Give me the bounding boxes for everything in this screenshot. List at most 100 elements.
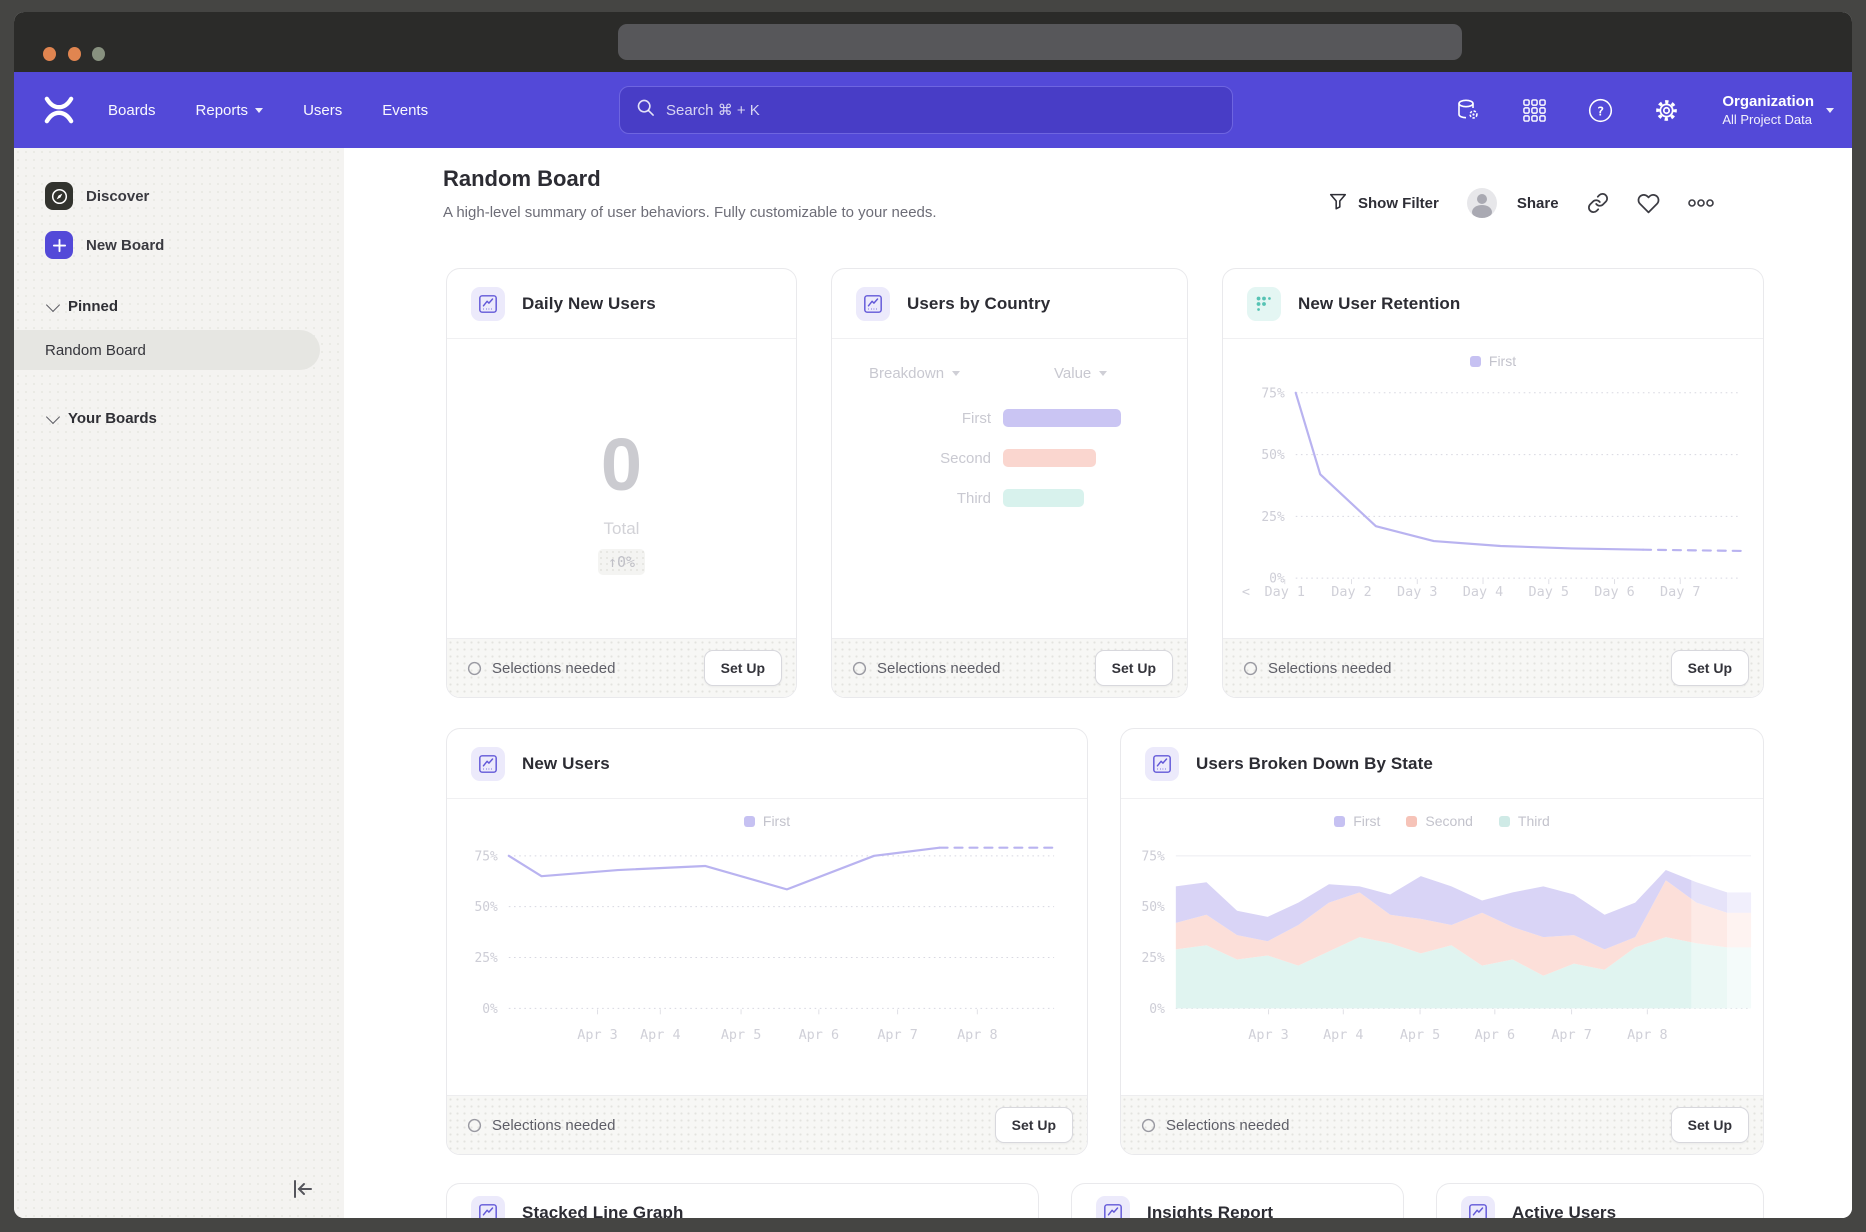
value-dropdown[interactable]: Value bbox=[1054, 365, 1107, 382]
settings-gear-icon[interactable] bbox=[1652, 96, 1680, 124]
card-users-by-state: Users Broken Down By State FirstSecondTh… bbox=[1120, 728, 1764, 1155]
help-icon[interactable]: ? bbox=[1586, 96, 1614, 124]
sidebar-item-discover[interactable]: Discover bbox=[45, 182, 149, 210]
retention-line-chart: 75%50%25%0%<Day 1Day 2Day 3Day 4Day 5Day… bbox=[1223, 339, 1763, 640]
card-footer: Selections needed Set Up bbox=[1121, 1095, 1763, 1154]
card-stacked-line-graph: Stacked Line Graph bbox=[446, 1183, 1039, 1218]
svg-text:25%: 25% bbox=[474, 951, 498, 966]
selections-needed-status: Selections needed bbox=[1243, 660, 1391, 677]
svg-text:50%: 50% bbox=[1261, 448, 1285, 463]
show-filter-button[interactable]: Show Filter bbox=[1328, 191, 1439, 216]
svg-text:Day 6: Day 6 bbox=[1594, 585, 1634, 600]
sidebar-section-pinned[interactable]: Pinned bbox=[48, 298, 118, 315]
svg-text:50%: 50% bbox=[474, 900, 498, 915]
card-users-by-country: Users by Country Breakdown Value FirstSe bbox=[831, 268, 1188, 698]
set-up-button[interactable]: Set Up bbox=[995, 1107, 1073, 1143]
svg-text:75%: 75% bbox=[1261, 386, 1285, 401]
sidebar-item-new-board[interactable]: New Board bbox=[45, 231, 164, 259]
empty-circle-icon bbox=[467, 1118, 482, 1133]
search-input[interactable]: Search ⌘ + K bbox=[619, 86, 1233, 134]
nav-item-users[interactable]: Users bbox=[303, 102, 342, 119]
svg-text:Day 5: Day 5 bbox=[1529, 585, 1569, 600]
nav-item-boards[interactable]: Boards bbox=[108, 102, 156, 119]
board-item-label: Random Board bbox=[45, 342, 146, 359]
page-subtitle: A high-level summary of user behaviors. … bbox=[443, 204, 937, 221]
svg-text:Day 1: Day 1 bbox=[1265, 585, 1305, 600]
org-scope: All Project Data bbox=[1722, 111, 1814, 128]
svg-text:Apr 7: Apr 7 bbox=[877, 1028, 917, 1043]
empty-circle-icon bbox=[1243, 661, 1258, 676]
value-bar[interactable] bbox=[1003, 409, 1121, 427]
set-up-button[interactable]: Set Up bbox=[1671, 650, 1749, 686]
svg-text:Apr 6: Apr 6 bbox=[799, 1028, 839, 1043]
country-bars: FirstSecondThird bbox=[832, 409, 1187, 529]
copy-link-icon[interactable] bbox=[1587, 192, 1609, 214]
data-management-icon[interactable] bbox=[1454, 96, 1482, 124]
svg-text:25%: 25% bbox=[1141, 951, 1165, 966]
set-up-button[interactable]: Set Up bbox=[1671, 1107, 1749, 1143]
sidebar-collapse-icon[interactable] bbox=[290, 1176, 318, 1204]
bar-label: First bbox=[832, 410, 1003, 427]
sidebar-item-label: New Board bbox=[86, 237, 164, 254]
card-title: New Users bbox=[522, 754, 610, 774]
compass-icon bbox=[45, 182, 73, 210]
value-bar[interactable] bbox=[1003, 489, 1084, 507]
stacked-area-chart: 75%50%25%0%Apr 3Apr 4Apr 5Apr 6Apr 7Apr … bbox=[1121, 799, 1763, 1097]
card-title: New User Retention bbox=[1298, 294, 1460, 314]
card-footer: Selections needed Set Up bbox=[447, 1095, 1087, 1154]
svg-text:<: < bbox=[1242, 585, 1250, 600]
chevron-down-icon bbox=[952, 371, 960, 376]
org-name: Organization bbox=[1722, 92, 1814, 111]
section-label: Pinned bbox=[68, 298, 118, 315]
svg-text:Day 4: Day 4 bbox=[1463, 585, 1503, 600]
value-bar[interactable] bbox=[1003, 449, 1096, 467]
search-icon bbox=[636, 98, 655, 122]
svg-text:50%: 50% bbox=[1141, 900, 1165, 915]
browser-url-bar[interactable] bbox=[618, 24, 1462, 60]
apps-grid-icon[interactable] bbox=[1520, 96, 1548, 124]
traffic-light-minimize[interactable] bbox=[68, 47, 81, 61]
card-footer: Selections neededSet Up bbox=[832, 638, 1187, 697]
retention-dots-icon bbox=[1247, 287, 1281, 321]
chevron-down-icon bbox=[46, 297, 60, 311]
favorite-heart-icon[interactable] bbox=[1637, 192, 1660, 215]
traffic-light-close[interactable] bbox=[43, 47, 56, 61]
nav-item-label: Reports bbox=[196, 102, 249, 119]
nav-item-reports[interactable]: Reports bbox=[196, 102, 264, 119]
selections-needed-status: Selections needed bbox=[467, 1117, 615, 1134]
chevron-down-icon bbox=[1099, 371, 1107, 376]
dropdown-label: Value bbox=[1054, 365, 1091, 382]
svg-text:Apr 3: Apr 3 bbox=[1248, 1028, 1288, 1043]
breakdown-dropdown[interactable]: Breakdown bbox=[869, 365, 960, 382]
set-up-button[interactable]: Set Up bbox=[1095, 650, 1173, 686]
sidebar-section-your-boards[interactable]: Your Boards bbox=[48, 410, 157, 427]
country-bar-row: Third bbox=[832, 489, 1187, 507]
set-up-button[interactable]: Set Up bbox=[704, 650, 782, 686]
search-placeholder: Search ⌘ + K bbox=[666, 101, 760, 119]
new-users-line-chart: 75%50%25%0%Apr 3Apr 4Apr 5Apr 6Apr 7Apr … bbox=[447, 799, 1087, 1097]
selections-needed-status: Selections needed bbox=[1141, 1117, 1289, 1134]
card-title: Users by Country bbox=[907, 294, 1050, 314]
card-footer: Selections needed Set Up bbox=[1223, 638, 1763, 697]
app-window: Boards Reports Users Events Search ⌘ + K bbox=[14, 12, 1852, 1218]
svg-text:Apr 8: Apr 8 bbox=[957, 1028, 997, 1043]
more-options-icon[interactable] bbox=[1688, 199, 1714, 207]
sidebar-item-random-board[interactable]: Random Board bbox=[14, 330, 320, 370]
window-titlebar bbox=[14, 12, 1852, 72]
svg-text:75%: 75% bbox=[1141, 849, 1165, 864]
svg-text:Apr 4: Apr 4 bbox=[640, 1028, 680, 1043]
org-switcher[interactable]: Organization All Project Data bbox=[1722, 92, 1834, 128]
nav-item-events[interactable]: Events bbox=[382, 102, 428, 119]
nav-item-label: Boards bbox=[108, 102, 156, 119]
share-button[interactable]: Share bbox=[1517, 195, 1559, 212]
svg-text:0%: 0% bbox=[482, 1002, 498, 1017]
svg-text:Day 3: Day 3 bbox=[1397, 585, 1437, 600]
line-chart-icon bbox=[1096, 1196, 1130, 1218]
mixpanel-logo-icon[interactable] bbox=[44, 96, 74, 124]
main-nav-menu: Boards Reports Users Events bbox=[108, 72, 428, 148]
svg-text:75%: 75% bbox=[474, 849, 498, 864]
sidebar-item-label: Discover bbox=[86, 188, 149, 205]
avatar[interactable] bbox=[1467, 188, 1497, 218]
traffic-light-zoom[interactable] bbox=[92, 47, 105, 61]
line-chart-icon bbox=[471, 747, 505, 781]
